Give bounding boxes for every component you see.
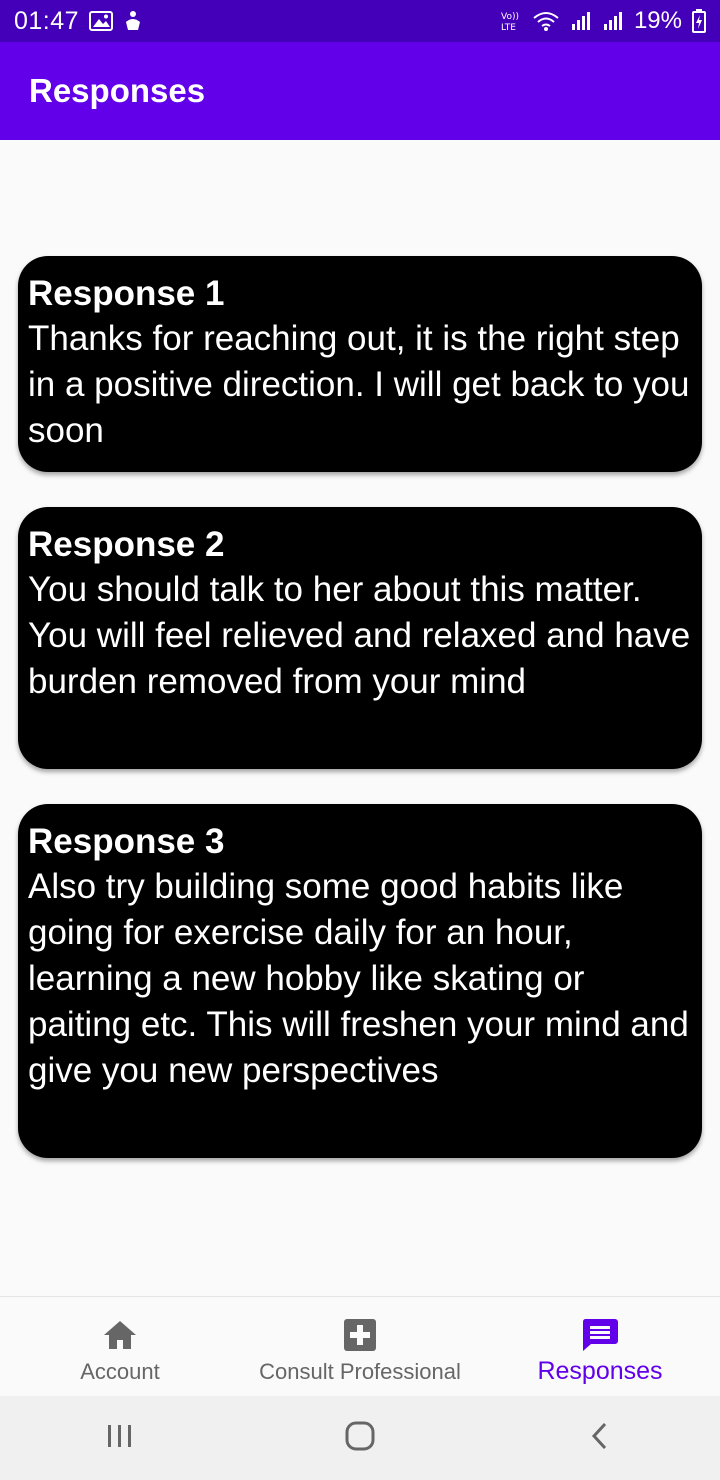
response-card: Response 3 Also try building some good h… [18,804,702,1158]
signal-icon [570,10,592,32]
response-title: Response 3 [28,822,225,861]
tab-account-label: Account [80,1359,160,1384]
recents-button[interactable] [90,1413,150,1463]
response-body: You should talk to her about this matter… [28,570,691,701]
page-title: Responses [29,72,206,109]
volte-icon: Vo)) LTE [500,9,522,33]
back-icon [588,1421,612,1456]
status-right: Vo)) LTE 19% [500,7,706,35]
response-card: Response 2 You should talk to her about … [18,507,702,769]
tab-responses[interactable]: Responses [480,1297,720,1396]
status-left: 01:47 [14,7,143,36]
responses-list: Response 1 Thanks for reaching out, it i… [0,140,720,1296]
tab-consult-professional[interactable]: Consult Professional [240,1297,480,1396]
wifi-icon [532,10,560,32]
app-bar: Responses [0,42,720,140]
svg-text:LTE: LTE [501,23,516,33]
recents-icon [105,1422,135,1455]
tab-consult-label: Consult Professional [259,1359,461,1384]
response-body: Thanks for reaching out, it is the right… [28,319,690,450]
home-circle-icon [344,1420,376,1457]
response-body: Also try building some good habits like … [28,867,689,1090]
notification-icon [123,10,143,32]
battery-charging-icon [692,9,706,33]
tab-responses-label: Responses [537,1357,663,1385]
bottom-nav: Account Consult Professional Responses [0,1296,720,1396]
response-title: Response 1 [28,274,225,313]
response-card: Response 1 Thanks for reaching out, it i… [18,256,702,472]
gallery-icon [89,10,114,32]
medical-plus-icon [340,1315,380,1355]
response-title: Response 2 [28,525,225,564]
status-time: 01:47 [14,6,80,35]
svg-text:Vo)): Vo)) [501,12,519,22]
battery-percent: 19% [633,7,682,34]
status-bar: 01:47 Vo)) LTE 19% [0,0,720,42]
tab-account[interactable]: Account [0,1297,240,1396]
system-nav-bar [0,1396,720,1480]
back-button[interactable] [570,1413,630,1463]
chat-message-icon [580,1315,620,1355]
signal-icon [602,10,624,32]
home-icon [100,1315,140,1355]
home-button[interactable] [330,1413,390,1463]
